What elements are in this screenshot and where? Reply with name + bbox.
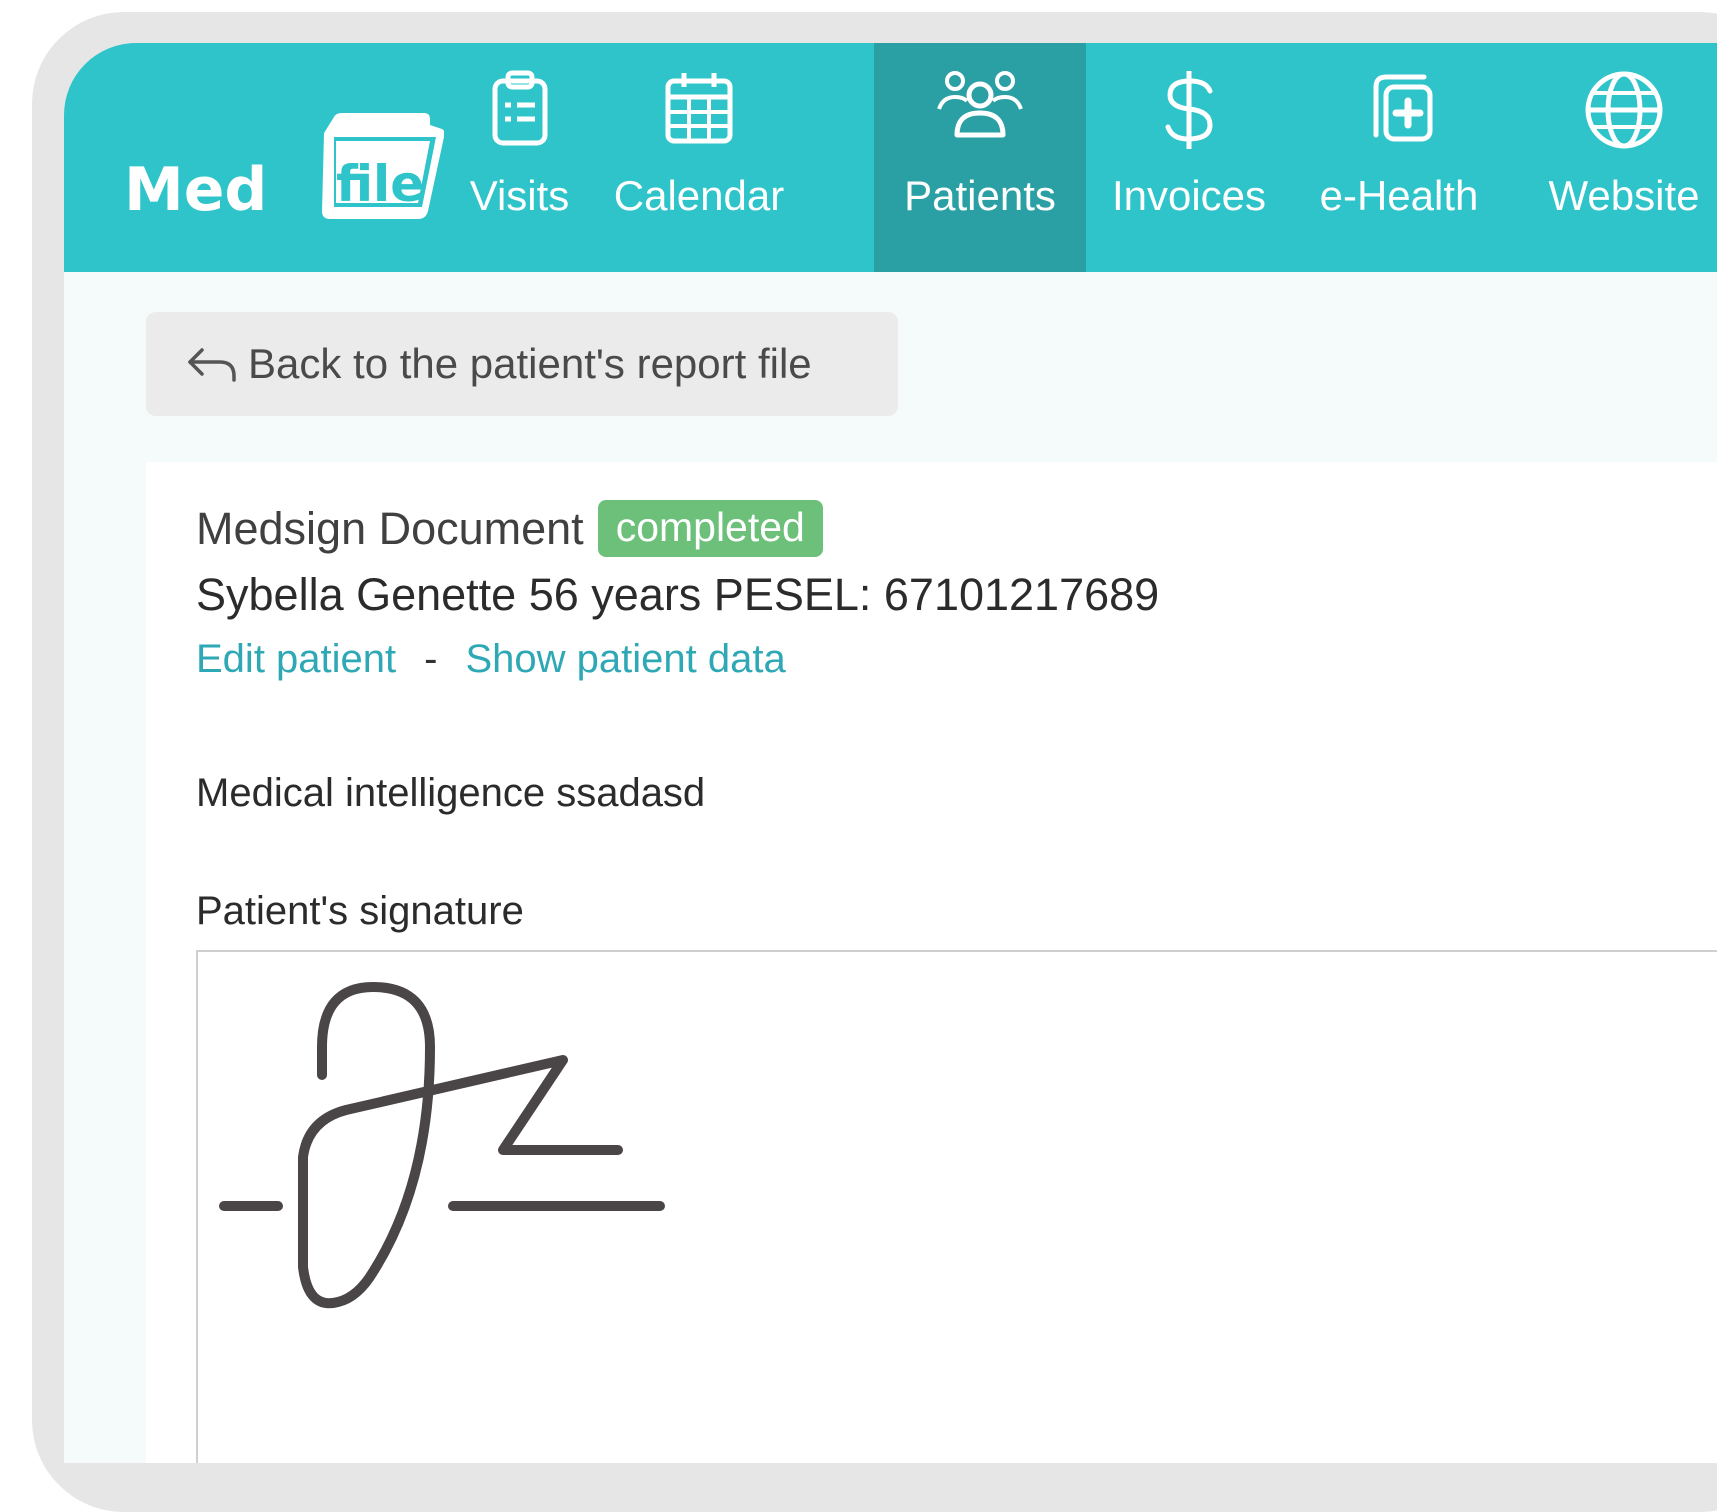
show-patient-data-link[interactable]: Show patient data	[465, 637, 785, 682]
nav-patients[interactable]: Patients	[874, 43, 1086, 272]
nav-website-label: Website	[1548, 172, 1700, 219]
back-to-report-button[interactable]: Back to the patient's report file	[146, 312, 898, 416]
nav-patients-label: Patients	[904, 172, 1056, 219]
signature-drawing	[219, 982, 665, 1309]
patient-info: Sybella Genette 56 years PESEL: 67101217…	[196, 569, 1160, 620]
document-title: Medsign Document	[196, 502, 584, 554]
medfile-logo[interactable]: Med file	[124, 93, 445, 243]
signature-label: Patient's signature	[196, 889, 524, 933]
nav-ehealth[interactable]: e-Health	[1309, 43, 1489, 272]
back-button-label: Back to the patient's report file	[248, 340, 812, 387]
top-navigation-bar: Med file Visits Calendar Patients Invoic…	[64, 43, 1717, 272]
svg-text:Med: Med	[124, 155, 267, 225]
app-window: Med file Visits Calendar Patients Invoic…	[64, 43, 1717, 1463]
signature-box	[196, 950, 1717, 1463]
nav-website[interactable]: Website	[1539, 43, 1709, 272]
nav-visits[interactable]: Visits	[467, 43, 572, 272]
nav-visits-label: Visits	[469, 172, 570, 219]
nav-calendar[interactable]: Calendar	[609, 43, 789, 272]
medical-intelligence-text: Medical intelligence ssadasd	[196, 771, 706, 815]
status-badge: completed	[597, 500, 823, 557]
dollar-icon	[1165, 71, 1213, 149]
document-header: Medsign Document completed	[196, 500, 823, 557]
nav-invoices-label: Invoices	[1111, 172, 1267, 219]
clipboard-list-icon	[492, 70, 547, 146]
nav-invoices[interactable]: Invoices	[1104, 43, 1274, 272]
nav-calendar-label: Calendar	[613, 172, 785, 219]
globe-icon	[1585, 71, 1663, 149]
document-card: Medsign Document completed Sybella Genet…	[146, 462, 1717, 1463]
edit-patient-link[interactable]: Edit patient	[196, 637, 396, 682]
svg-text:file: file	[336, 155, 424, 213]
nav-ehealth-label: e-Health	[1319, 172, 1479, 219]
medical-copy-icon	[1373, 74, 1433, 142]
patient-links: Edit patient - Show patient data	[196, 637, 786, 682]
back-arrow-icon	[188, 348, 236, 382]
calendar-icon	[665, 73, 733, 144]
users-icon	[937, 71, 1023, 138]
link-separator: -	[424, 637, 438, 681]
